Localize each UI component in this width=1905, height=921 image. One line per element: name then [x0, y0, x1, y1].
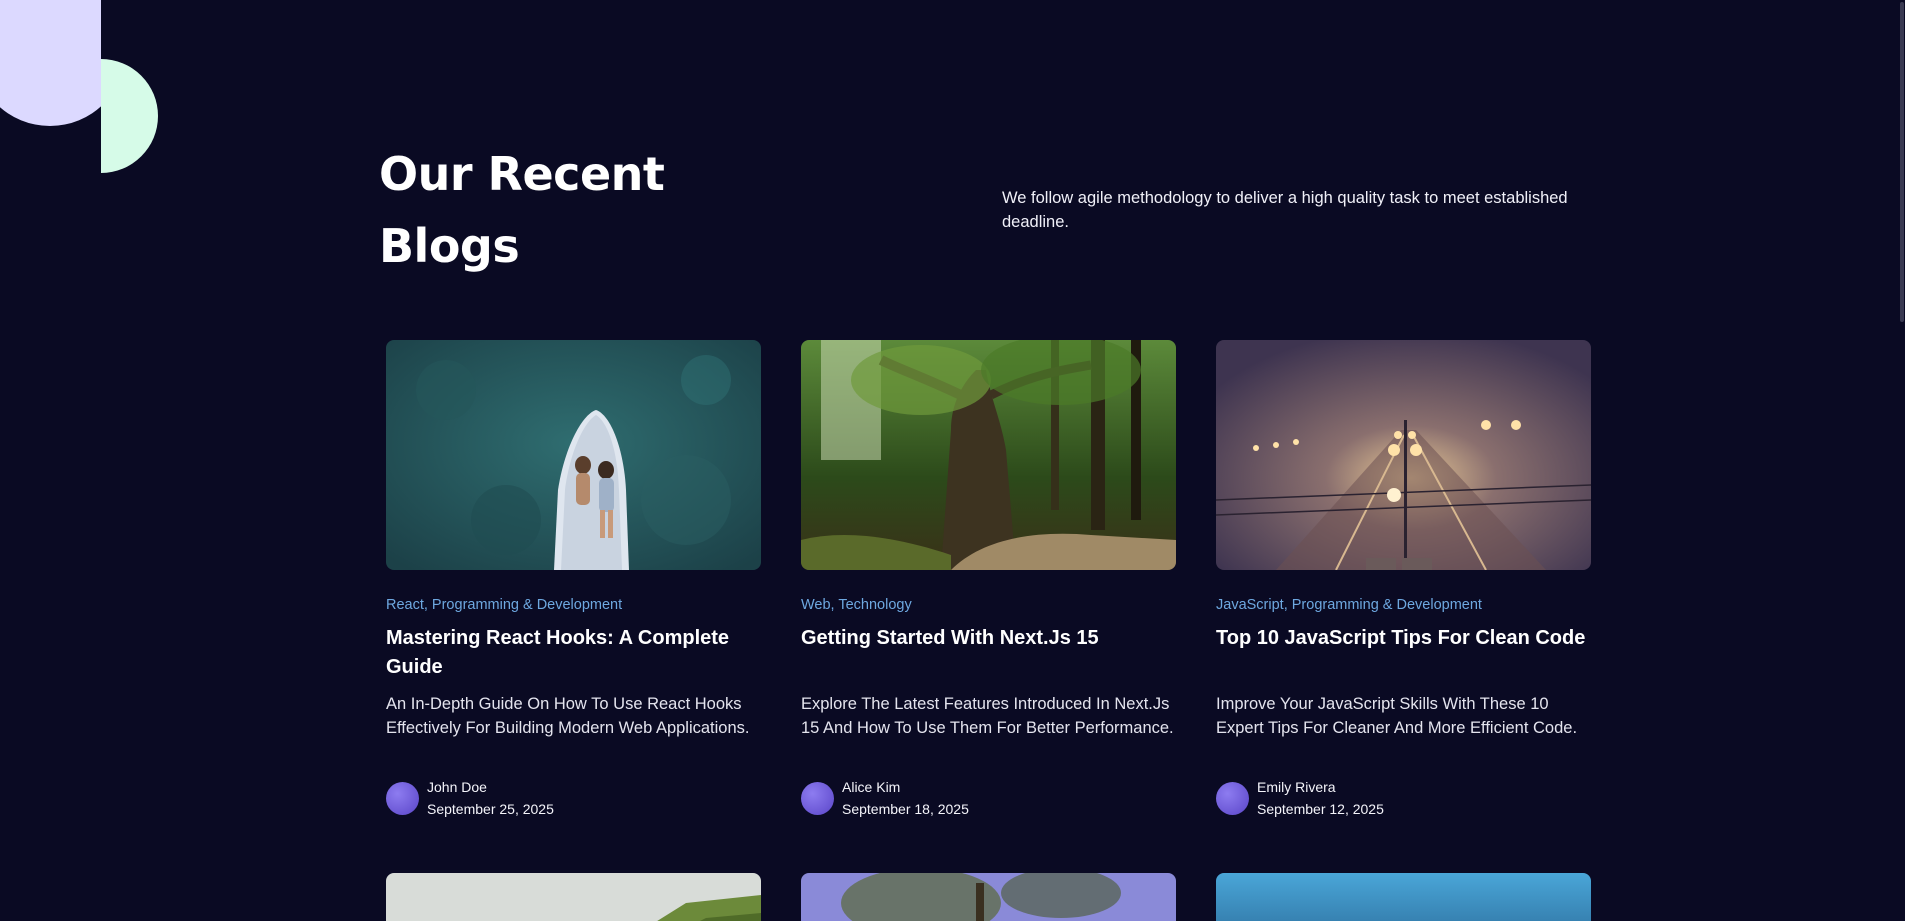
post-date: September 12, 2025	[1257, 801, 1384, 817]
blog-card-image-partial[interactable]	[1216, 873, 1591, 921]
post-description: An In-Depth Guide On How To Use React Ho…	[386, 695, 750, 737]
boat-aerial-image[interactable]	[386, 340, 761, 570]
decorative-mint-half-circle	[101, 59, 163, 173]
page-scrollbar[interactable]	[1898, 0, 1905, 921]
post-author: Emily Rivera September 12, 2025	[1216, 776, 1591, 820]
avatar	[801, 781, 834, 815]
blog-card[interactable]: JavaScript, Programming & Development To…	[1216, 340, 1591, 820]
author-name: Emily Rivera	[1257, 779, 1336, 795]
blog-card-image-partial[interactable]	[386, 873, 761, 921]
post-date: September 18, 2025	[842, 801, 969, 817]
avatar	[1216, 781, 1249, 815]
avatar	[386, 781, 419, 815]
post-categories[interactable]: Web, Technology	[801, 596, 1176, 614]
forest-path-image[interactable]	[801, 340, 1176, 570]
blog-card-image-partial[interactable]	[801, 873, 1176, 921]
author-name: John Doe	[427, 779, 487, 795]
post-title[interactable]: Getting Started With Next.Js 15	[801, 624, 1176, 682]
author-name: Alice Kim	[842, 779, 901, 795]
blog-section: Our Recent Blogs We follow agile methodo…	[0, 0, 1905, 921]
post-author: Alice Kim September 18, 2025	[801, 776, 1176, 820]
blog-card[interactable]: React, Programming & Development Masteri…	[386, 340, 761, 820]
scrollbar-thumb[interactable]	[1900, 2, 1904, 322]
post-title[interactable]: Top 10 JavaScript Tips For Clean Code	[1216, 624, 1591, 682]
foggy-railway-image[interactable]	[1216, 340, 1591, 570]
post-description: Explore The Latest Features Introduced I…	[801, 695, 1174, 737]
decorative-lavender-circle	[0, 0, 101, 126]
post-categories[interactable]: React, Programming & Development	[386, 596, 761, 614]
post-date: September 25, 2025	[427, 801, 554, 817]
post-description: Improve Your JavaScript Skills With Thes…	[1216, 695, 1578, 737]
section-intro: We follow agile methodology to deliver a…	[1002, 189, 1568, 231]
section-title: Our Recent Blogs	[379, 147, 665, 273]
post-title[interactable]: Mastering React Hooks: A Complete Guide	[386, 624, 761, 682]
post-author: John Doe September 25, 2025	[386, 776, 761, 820]
post-categories[interactable]: JavaScript, Programming & Development	[1216, 596, 1591, 614]
blog-card[interactable]: Web, Technology Getting Started With Nex…	[801, 340, 1176, 820]
